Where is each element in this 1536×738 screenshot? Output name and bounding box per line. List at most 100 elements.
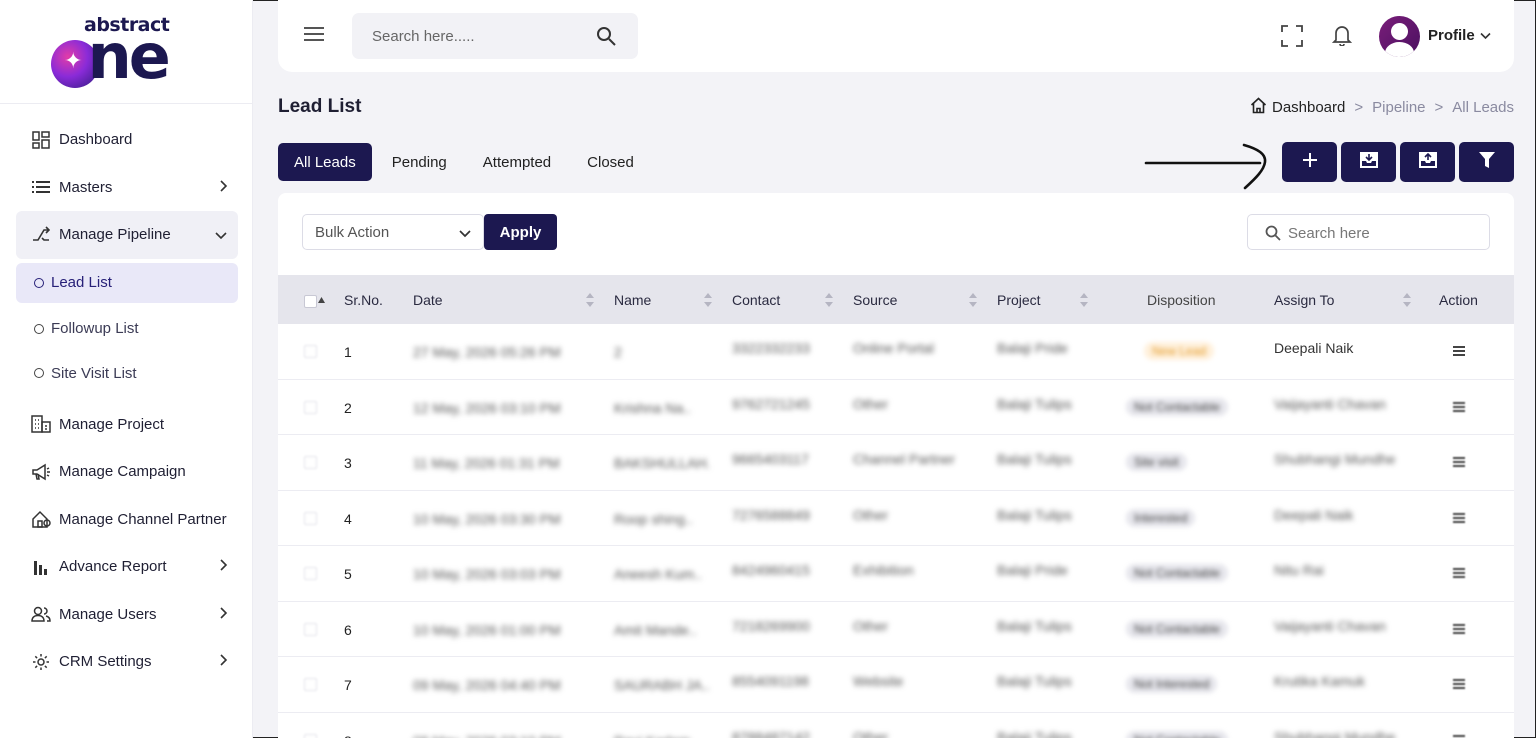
cell-name[interactable]: BAKSHULLAH.. [614,455,709,471]
sidebar-item-label: Manage Campaign [59,463,186,481]
tab-closed[interactable]: Closed [571,143,650,181]
import-button[interactable] [1341,142,1396,182]
sidebar-item-manage-project[interactable]: Manage Project [16,401,238,449]
row-menu-icon[interactable] [1453,566,1465,584]
column-header-srno[interactable]: Sr.No. [344,292,383,308]
cell-srno: 6 [344,621,352,638]
row-checkbox[interactable] [304,733,317,738]
column-header-contact[interactable]: Contact [732,292,780,308]
tab-pending[interactable]: Pending [376,143,463,181]
table-row[interactable]: 7 09 May, 2026 04:40 PM SAURABH JA.. 855409… [278,657,1514,713]
column-header-name[interactable]: Name [614,292,651,308]
table-row[interactable]: 2 12 May, 2026 03:10 PM Krishna Na.. 976272… [278,380,1514,435]
add-lead-button[interactable] [1282,142,1337,182]
row-checkbox[interactable] [304,622,317,636]
breadcrumb-pipeline[interactable]: Pipeline [1372,99,1425,116]
sidebar-item-manage-users[interactable]: Manage Users [16,591,238,639]
table-row[interactable]: 8 08 May, 2026 03:10 PM Ravi Kadam.. 878848… [278,713,1514,738]
search-icon[interactable] [596,26,616,51]
table-row[interactable]: 1 27 May, 2026 05:26 PM 2 3322332233 Online … [278,324,1514,380]
sort-icon[interactable] [1080,293,1088,312]
sidebar-item-manage-campaign[interactable]: Manage Campaign [16,448,238,496]
row-menu-icon[interactable] [1453,733,1465,738]
cell-name[interactable]: Krishna Na.. [614,400,691,416]
row-menu-icon[interactable] [1453,622,1465,640]
cell-project: Balaji Tulips [997,451,1072,467]
apply-button[interactable]: Apply [484,214,557,250]
table-row[interactable]: 6 10 May, 2026 01:00 PM Amit Mande.. 721826… [278,602,1514,657]
row-menu-icon[interactable] [1453,455,1465,473]
row-checkbox[interactable] [304,400,317,414]
sidebar-item-crm-settings[interactable]: CRM Settings [16,638,238,686]
cell-project: Balaji Tulips [997,506,1072,523]
sidebar-item-manage-channel-partner[interactable]: Manage Channel Partner [16,496,238,544]
row-menu-icon[interactable] [1453,400,1465,418]
top-header: Profile [278,0,1514,72]
sort-icon[interactable] [825,293,833,312]
row-checkbox[interactable] [304,678,317,691]
profile-menu[interactable]: Profile [1428,27,1491,44]
sort-icon[interactable] [1403,293,1411,312]
row-checkbox[interactable] [304,456,317,469]
row-menu-icon[interactable] [1453,677,1465,695]
select-all-checkbox[interactable] [304,295,317,308]
cell-date: 08 May, 2026 03:10 PM [413,733,561,738]
filter-button[interactable] [1459,142,1514,182]
tab-all-leads[interactable]: All Leads [278,143,372,181]
row-menu-icon[interactable] [1453,344,1465,362]
sidebar: abstract one Dashboard Masters Manage Pi… [0,0,253,738]
cell-name[interactable]: Aneesh Kum.. [614,566,702,582]
table-search-input[interactable] [1288,223,1478,243]
global-search-input[interactable] [372,25,582,47]
sort-icon[interactable] [586,293,594,312]
hamburger-menu-icon[interactable] [304,26,324,47]
sidebar-subitem-site-visit-list[interactable]: Site Visit List [16,351,238,396]
column-header-source[interactable]: Source [853,292,897,308]
column-header-project[interactable]: Project [997,292,1041,308]
cell-name[interactable]: Ravi Kadam.. [614,733,698,738]
sidebar-item-advance-report[interactable]: Advance Report [16,543,238,591]
bulk-action-select[interactable]: Bulk Action [302,214,484,250]
tab-attempted[interactable]: Attempted [467,143,567,181]
sidebar-item-manage-pipeline[interactable]: Manage Pipeline [16,211,238,259]
row-checkbox[interactable] [304,511,317,525]
row-checkbox[interactable] [304,345,317,358]
table-row[interactable]: 4 10 May, 2026 03:30 PM Roop shing.. 727658… [278,491,1514,546]
breadcrumb-separator: > [1434,99,1444,116]
cell-name[interactable]: 2 [614,344,622,360]
column-header-date[interactable]: Date [413,292,443,308]
cell-date: 09 May, 2026 04:40 PM [413,677,561,693]
sidebar-item-masters[interactable]: Masters [16,164,238,212]
row-menu-icon[interactable] [1453,511,1465,529]
plus-icon [1302,152,1318,173]
sidebar-subitem-lead-list[interactable]: Lead List [16,262,238,303]
chevron-down-icon [1480,27,1491,44]
search-icon [1265,225,1281,246]
export-button[interactable] [1400,142,1455,182]
fullscreen-icon[interactable] [1281,25,1303,52]
cell-name[interactable]: SAURABH JA.. [614,677,709,693]
row-checkbox[interactable] [304,567,317,580]
cell-date: 11 May, 2026 01:31 PM [413,455,560,471]
cell-name[interactable]: Amit Mande.. [614,622,696,638]
brand-logo[interactable]: abstract one [48,14,208,92]
bell-icon[interactable] [1331,24,1353,51]
sidebar-subitem-label: Lead List [51,274,112,291]
cell-project: Balaji Tulips [997,617,1072,634]
home-icon [1250,97,1267,118]
disposition-badge: Not Contactable [1126,564,1229,582]
cell-name[interactable]: Roop shing.. [614,511,693,527]
table-row[interactable]: 3 11 May, 2026 01:31 PM BAKSHULLAH.. 966540… [278,435,1514,491]
avatar[interactable] [1379,16,1420,57]
sort-icon[interactable] [969,293,977,312]
sidebar-item-label: Dashboard [59,131,133,149]
cell-source: Exhibition [853,562,914,578]
circle-bullet-icon [34,323,44,334]
column-header-assign-to[interactable]: Assign To [1274,292,1334,308]
sort-icon[interactable] [704,293,712,312]
column-header-disposition: Disposition [1147,292,1216,308]
breadcrumb-dashboard[interactable]: Dashboard [1250,97,1345,118]
sidebar-item-dashboard[interactable]: Dashboard [16,116,238,164]
sidebar-subitem-followup-list[interactable]: Followup List [16,307,238,352]
table-row[interactable]: 5 10 May, 2026 03:03 PM Aneesh Kum.. 842496… [278,546,1514,602]
